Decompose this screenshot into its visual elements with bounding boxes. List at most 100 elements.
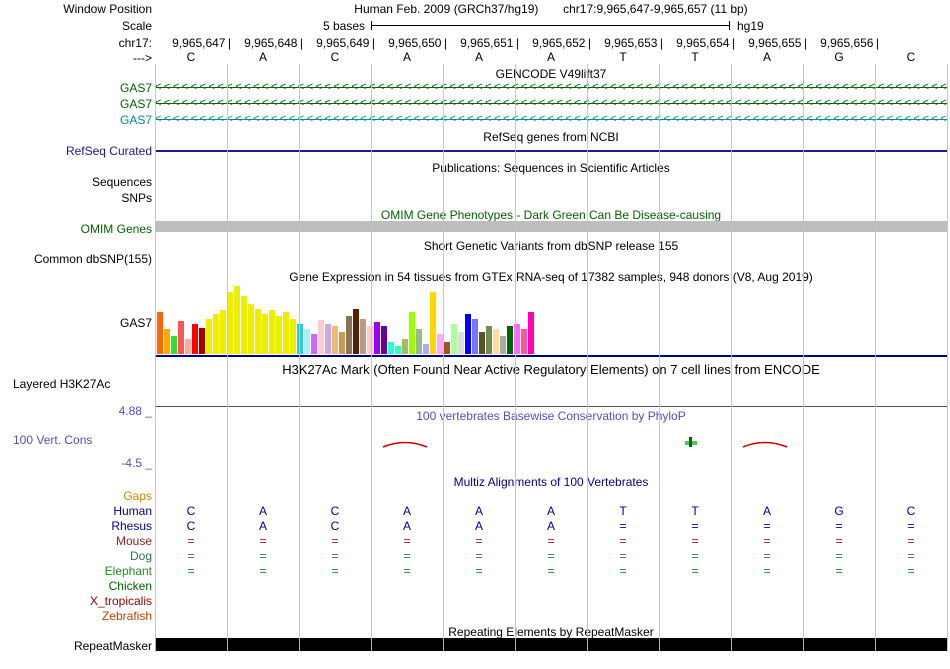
gene-label-gas7-3[interactable]: GAS7	[120, 113, 152, 127]
gtex-baseline	[155, 355, 947, 357]
species-label-dog[interactable]: Dog	[130, 549, 152, 563]
gtex-expression-bar	[381, 326, 387, 354]
cons-track-label[interactable]: 100 Vert. Cons	[13, 433, 92, 447]
gtex-expression-bar	[311, 334, 317, 354]
alignment-base: =	[835, 564, 843, 578]
gtex-expression-bar	[269, 310, 275, 354]
gridline	[731, 64, 732, 652]
repeatmasker-label[interactable]: RepeatMasker	[74, 639, 152, 653]
common-dbsnp-label[interactable]: Common dbSNP(155)	[34, 252, 152, 266]
species-label-elephant[interactable]: Elephant	[105, 564, 152, 578]
gtex-expression-bar	[479, 332, 485, 354]
sequences-label[interactable]: Sequences	[92, 175, 152, 189]
gtex-expression-bar	[360, 319, 366, 354]
alignment-base: =	[403, 549, 411, 563]
scale-bar	[371, 25, 729, 26]
alignment-base: A	[258, 504, 267, 518]
gtex-expression-bar	[199, 328, 205, 354]
species-label-human[interactable]: Human	[113, 504, 152, 518]
species-label-mouse[interactable]: Mouse	[116, 534, 152, 548]
scale-value: 5 bases	[322, 19, 365, 33]
gtex-expression-bar	[521, 329, 527, 354]
alignment-base: A	[258, 519, 267, 533]
gtex-expression-bar	[353, 309, 359, 354]
layered-h3k27ac-label[interactable]: Layered H3K27Ac	[13, 377, 110, 391]
alignment-base: =	[259, 534, 267, 548]
omim-genes-label[interactable]: OMIM Genes	[81, 222, 152, 236]
alignment-base: C	[186, 504, 196, 518]
multiz-title[interactable]: Multiz Alignments of 100 Vertebrates	[155, 475, 947, 489]
ruler-base: A	[546, 50, 555, 64]
gtex-expression-bar	[241, 296, 247, 354]
conservation-signal[interactable]	[155, 410, 947, 470]
species-label-zebrafish[interactable]: Zebrafish	[102, 609, 152, 623]
gridline	[803, 64, 804, 652]
h3k27ac-title[interactable]: H3K27Ac Mark (Often Found Near Active Re…	[155, 362, 947, 377]
gtex-expression-bar	[444, 342, 450, 354]
omim-title[interactable]: OMIM Gene Phenotypes - Dark Green Can Be…	[155, 208, 947, 222]
gtex-expression-bar	[325, 324, 331, 354]
alignment-base: A	[546, 519, 555, 533]
gtex-expression-bar	[388, 342, 394, 354]
gtex-expression-bar	[297, 324, 303, 354]
gtex-expression-bar	[409, 312, 415, 354]
gridline	[443, 64, 444, 652]
alignment-base: =	[331, 534, 339, 548]
gencode-title[interactable]: GENCODE V49lift37	[155, 67, 947, 81]
refseq-title[interactable]: RefSeq genes from NCBI	[155, 130, 947, 144]
alignment-base: C	[330, 519, 340, 533]
genome-browser-view: Window Position Scale chr17: ---> RefSeq…	[0, 0, 950, 669]
gaps-label[interactable]: Gaps	[123, 489, 152, 503]
gtex-expression-bar	[185, 339, 191, 354]
gene-transcript-arrows[interactable]: <<<<<<<<<<<<<<<<<<<<<<<<<<<<<<<<<<<<<<<<…	[155, 97, 947, 110]
alignment-base: =	[619, 519, 627, 533]
ruler-base: G	[834, 50, 844, 64]
alignment-base: =	[331, 564, 339, 578]
omim-genes-bar[interactable]	[155, 221, 947, 232]
alignment-base: =	[763, 549, 771, 563]
publications-title[interactable]: Publications: Sequences in Scientific Ar…	[155, 161, 947, 175]
scale-row-label: Scale	[121, 19, 152, 33]
gtex-expression-bar	[395, 346, 401, 354]
gene-transcript-arrows[interactable]: <<<<<<<<<<<<<<<<<<<<<<<<<<<<<<<<<<<<<<<<…	[155, 113, 947, 126]
cons-max-label: 4.88 _	[118, 404, 152, 418]
gtex-expression-bar	[304, 329, 310, 354]
ruler-base: T	[619, 50, 627, 64]
alignment-base: A	[762, 504, 771, 518]
gtex-expression-bar	[178, 321, 184, 354]
gtex-expression-bar	[290, 319, 296, 354]
alignment-base: C	[330, 504, 340, 518]
ruler-position-label: 9,965,656 |	[820, 36, 879, 50]
gtex-expression-bar	[332, 326, 338, 354]
gridline	[515, 64, 516, 652]
refseq-gene-line[interactable]	[155, 150, 947, 152]
snps-label[interactable]: SNPs	[121, 191, 152, 205]
alignment-base: =	[187, 534, 195, 548]
alignment-base: =	[907, 564, 915, 578]
species-label-chicken[interactable]: Chicken	[109, 579, 152, 593]
species-label-rhesus[interactable]: Rhesus	[111, 519, 152, 533]
gtex-expression-bar	[507, 326, 513, 354]
gtex-expression-bar	[458, 332, 464, 354]
gtex-expression-bar	[276, 316, 282, 354]
gtex-title[interactable]: Gene Expression in 54 tissues from GTEx …	[155, 270, 947, 284]
repeatmasker-title[interactable]: Repeating Elements by RepeatMasker	[155, 625, 947, 639]
ruler-base: C	[906, 50, 916, 64]
alignment-base: =	[619, 534, 627, 548]
alignment-base: =	[619, 549, 627, 563]
gene-transcript-arrows[interactable]: <<<<<<<<<<<<<<<<<<<<<<<<<<<<<<<<<<<<<<<<…	[155, 81, 947, 94]
gridline	[227, 64, 228, 652]
ruler-base: A	[762, 50, 771, 64]
species-label-x_tropicalis[interactable]: X_tropicalis	[90, 594, 152, 608]
gene-label-gas7-1[interactable]: GAS7	[120, 81, 152, 95]
dbsnp-title[interactable]: Short Genetic Variants from dbSNP releas…	[155, 239, 947, 253]
alignment-base: =	[331, 549, 339, 563]
h3k27ac-baseline	[155, 406, 947, 407]
repeatmasker-bar[interactable]	[155, 638, 947, 651]
gene-label-gas7-2[interactable]: GAS7	[120, 97, 152, 111]
refseq-curated-label[interactable]: RefSeq Curated	[66, 144, 152, 158]
gtex-expression-bar	[472, 319, 478, 354]
gtex-gene-label[interactable]: GAS7	[120, 316, 152, 330]
gtex-expression-bar	[234, 286, 240, 354]
alignment-base: =	[835, 534, 843, 548]
